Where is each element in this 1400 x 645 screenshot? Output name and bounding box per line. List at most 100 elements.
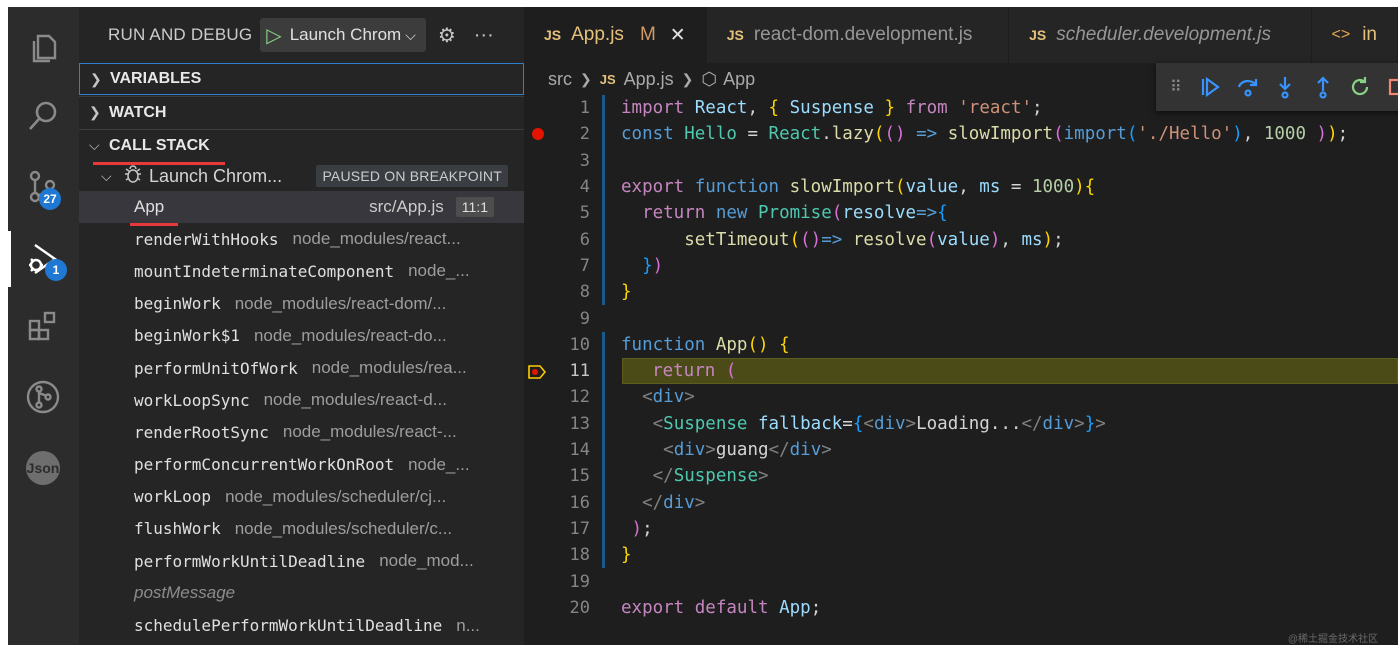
stack-frame-app[interactable]: App src/App.js 11:1 xyxy=(79,191,524,224)
frame-path: node_modules/react-d... xyxy=(263,390,447,410)
frame-function: beginWork$1 xyxy=(134,326,240,346)
line-number: 3 xyxy=(579,150,590,171)
line-number: 14 xyxy=(569,440,590,461)
stack-frame[interactable]: renderWithHooks node_modules/react... xyxy=(79,223,524,255)
chevron-right-icon: ❯ xyxy=(90,70,102,87)
frame-function: workLoopSync xyxy=(134,390,250,410)
code-line: 7 }) xyxy=(524,253,1398,279)
js-file-icon: JS xyxy=(1029,27,1047,43)
watch-section-header[interactable]: ❯ WATCH xyxy=(79,96,524,128)
tab-react-dom[interactable]: JS react-dom.development.js xyxy=(707,7,1010,63)
stack-frame[interactable]: beginWork$1 node_modules/react-do... xyxy=(79,320,524,352)
tab-scheduler[interactable]: JS scheduler.development.js xyxy=(1009,7,1312,63)
bug-icon xyxy=(123,164,143,189)
code-line: 6 setTimeout(()=> resolve(value), ms); xyxy=(524,227,1398,253)
thread-row[interactable]: ⌵ Launch Chrom... PAUSED ON BREAKPOINT xyxy=(79,161,524,191)
stack-frame[interactable]: mountIndeterminateComponent node_... xyxy=(79,255,524,287)
async-boundary-label: postMessage xyxy=(79,577,524,609)
code-line: 2 const Hello = React.lazy(() => slowImpo… xyxy=(524,121,1398,147)
frame-path: node_modules/rea... xyxy=(311,358,467,378)
stack-frame[interactable]: performConcurrentWorkOnRoot node_... xyxy=(79,449,524,481)
modified-badge: M xyxy=(639,24,656,45)
close-icon[interactable]: ✕ xyxy=(670,24,686,47)
source-control-icon[interactable]: 27 xyxy=(19,162,67,210)
variables-section-header[interactable]: ❯ VARIABLES xyxy=(79,63,524,95)
breadcrumb-symbol[interactable]: App xyxy=(723,69,755,90)
editor-tabs: JS App.js M ✕ JS react-dom.development.j… xyxy=(524,7,1398,63)
tab-app-js[interactable]: JS App.js M ✕ xyxy=(524,7,707,63)
breadcrumb: src ❯ JS App.js ❯ ⬡ App xyxy=(548,66,755,92)
code-line: 20 export default App; xyxy=(524,595,1398,621)
line-number: 4 xyxy=(579,177,590,198)
debug-sidebar: RUN AND DEBUG ▷ Launch Chrom ⌵ ⚙ ··· ❯ V… xyxy=(79,7,524,645)
frame-function: performConcurrentWorkOnRoot xyxy=(134,455,395,475)
stack-frame[interactable]: beginWork node_modules/react-dom/... xyxy=(79,288,524,320)
line-number: 13 xyxy=(569,413,590,434)
tab-label: in xyxy=(1362,24,1377,45)
call-stack-section-header[interactable]: ⌵ CALL STACK xyxy=(79,129,524,161)
chevron-down-icon: ⌵ xyxy=(405,26,416,43)
frame-path: node_modules/react-... xyxy=(282,422,457,442)
frame-function: workLoop xyxy=(134,487,212,507)
current-execution-line: 11 return ( xyxy=(524,358,1398,385)
search-icon[interactable] xyxy=(19,92,67,140)
stack-frame[interactable]: performWorkUntilDeadline node_mod... xyxy=(79,545,524,577)
explorer-icon[interactable] xyxy=(19,25,67,73)
code-line: 12 <div> xyxy=(524,384,1398,410)
frame-function: performWorkUntilDeadline xyxy=(134,551,366,571)
code-line: 8} xyxy=(524,279,1398,305)
line-number: 19 xyxy=(569,571,590,592)
frame-path: node_modules/react... xyxy=(292,229,461,249)
line-number: 6 xyxy=(579,229,590,250)
line-number: 9 xyxy=(579,308,590,329)
frame-function: flushWork xyxy=(134,519,221,539)
more-actions-icon[interactable]: ··· xyxy=(474,24,494,47)
frame-path: node_... xyxy=(408,261,470,281)
frame-path: node_... xyxy=(408,454,470,474)
start-debugging-icon[interactable]: ▷ xyxy=(266,23,281,48)
current-breakpoint-icon[interactable] xyxy=(528,364,547,379)
frame-function: performUnitOfWork xyxy=(134,358,298,378)
watermark: @稀土掘金技术社区 xyxy=(1287,634,1378,645)
stack-frame[interactable]: schedulePerformWorkUntilDeadline n... xyxy=(79,609,524,641)
watch-title: WATCH xyxy=(109,103,167,121)
thread-name: Launch Chrom... xyxy=(149,165,283,186)
tab-overflow[interactable]: <> in xyxy=(1312,7,1398,63)
json-label: Json xyxy=(26,451,60,485)
launch-config-select[interactable]: ▷ Launch Chrom ⌵ xyxy=(260,18,426,52)
code-line: 15 </Suspense> xyxy=(524,463,1398,489)
chevron-right-icon: ❯ xyxy=(681,70,694,87)
gear-icon[interactable]: ⚙ xyxy=(438,23,456,48)
chevron-right-icon: ❯ xyxy=(580,70,592,87)
current-line-highlight xyxy=(622,358,1398,385)
drag-handle-icon[interactable]: ⠿ xyxy=(1170,77,1182,97)
frame-function: App xyxy=(134,197,165,217)
frame-path: node_mod... xyxy=(379,551,474,571)
stack-frame[interactable]: performUnitOfWork node_modules/rea... xyxy=(79,352,524,384)
stack-frame[interactable]: flushWork node_modules/scheduler/c... xyxy=(79,513,524,545)
frame-function: beginWork xyxy=(134,294,221,314)
stack-frame[interactable]: renderRootSync node_modules/react-... xyxy=(79,416,524,448)
code-line: 16 </div> xyxy=(524,490,1398,516)
annotation-underline xyxy=(130,223,178,226)
code-line: 19 xyxy=(524,568,1398,594)
git-graph-icon[interactable] xyxy=(19,373,67,421)
tab-label: react-dom.development.js xyxy=(753,24,973,45)
line-number: 12 xyxy=(569,387,590,408)
breadcrumb-folder[interactable]: src xyxy=(548,69,572,90)
stack-frame[interactable]: workLoopSync node_modules/react-d... xyxy=(79,384,524,416)
run-debug-icon[interactable]: 1 xyxy=(8,231,67,287)
frame-function: mountIndeterminateComponent xyxy=(134,261,395,281)
breadcrumb-file[interactable]: App.js xyxy=(624,69,674,90)
frame-path: node_modules/react-dom/... xyxy=(234,293,447,313)
js-file-icon: JS xyxy=(599,71,616,87)
stack-frame[interactable]: workLoop node_modules/scheduler/cj... xyxy=(79,481,524,513)
extensions-icon[interactable] xyxy=(19,303,67,351)
json-extension-icon[interactable]: Json xyxy=(19,444,67,492)
vscode-window: 27 1 Json RUN AND DEBUG ▷ Launch Chrom ⌵… xyxy=(8,7,1398,645)
line-number: 8 xyxy=(579,282,590,303)
variables-title: VARIABLES xyxy=(110,70,202,87)
code-line: 3 xyxy=(524,148,1398,174)
activity-bar: 27 1 Json xyxy=(8,7,79,645)
frame-path: node_modules/react-do... xyxy=(253,325,447,345)
